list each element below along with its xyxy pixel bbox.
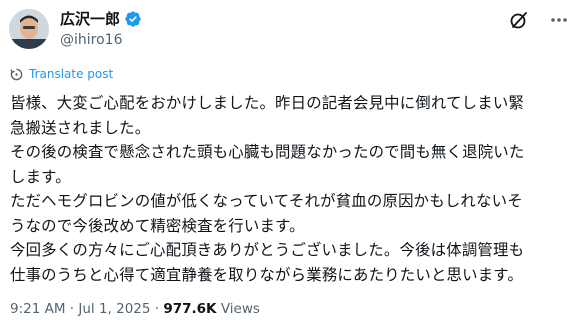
meta-separator: · <box>65 301 79 317</box>
translate-label: Translate post <box>29 67 114 81</box>
author-handle[interactable]: @ihiro16 <box>60 31 122 49</box>
tweet-line: うなので今後改めて精密検査を行います。 <box>10 216 305 235</box>
meta-separator: · <box>150 301 164 317</box>
tweet-line: します。 <box>10 167 71 186</box>
tweet-line: 今回多くの方々にご心配頂きありがとうございました。今後は体調管理も <box>10 241 525 259</box>
tweet-line: 急搬送されました。 <box>10 118 151 137</box>
views-count: 977.6K <box>163 301 217 317</box>
tweet-line: その後の検査で懸念された頭も心臓も問題なかったので間も無く退院いた <box>10 143 525 161</box>
tweet-text: 皆様、大変ご心配をおかけしました。昨日の記者会見中に倒れてしまい緊 急搬送されま… <box>10 91 572 287</box>
tweet-date[interactable]: Jul 1, 2025 <box>78 301 150 317</box>
views-label: Views <box>216 301 260 317</box>
verified-badge-icon <box>125 11 141 27</box>
more-icon[interactable] <box>549 10 569 30</box>
avatar-image <box>9 9 49 49</box>
tweet-line: 仕事のうちと心得て適宜静養を取りながら業務にあたりたいと思います。 <box>10 265 523 284</box>
tweet-meta: 9:21 AM · Jul 1, 2025 · 977.6K Views <box>10 301 260 317</box>
author-name-row: 広沢一郎 <box>60 9 142 29</box>
translate-post-link[interactable]: Translate post <box>10 67 113 81</box>
translate-icon <box>10 68 23 80</box>
author-display-name[interactable]: 広沢一郎 <box>60 9 120 29</box>
top-actions <box>509 10 569 30</box>
avatar[interactable] <box>9 9 49 49</box>
tweet-line: ただヘモグロビンの値が低くなっていてそれが貧血の原因かもしれないそ <box>10 192 523 210</box>
tweet-line: 皆様、大変ご心配をおかけしました。昨日の記者会見中に倒れてしまい緊 <box>10 94 525 112</box>
tweet-time[interactable]: 9:21 AM <box>10 301 66 317</box>
grok-icon[interactable] <box>509 10 529 30</box>
